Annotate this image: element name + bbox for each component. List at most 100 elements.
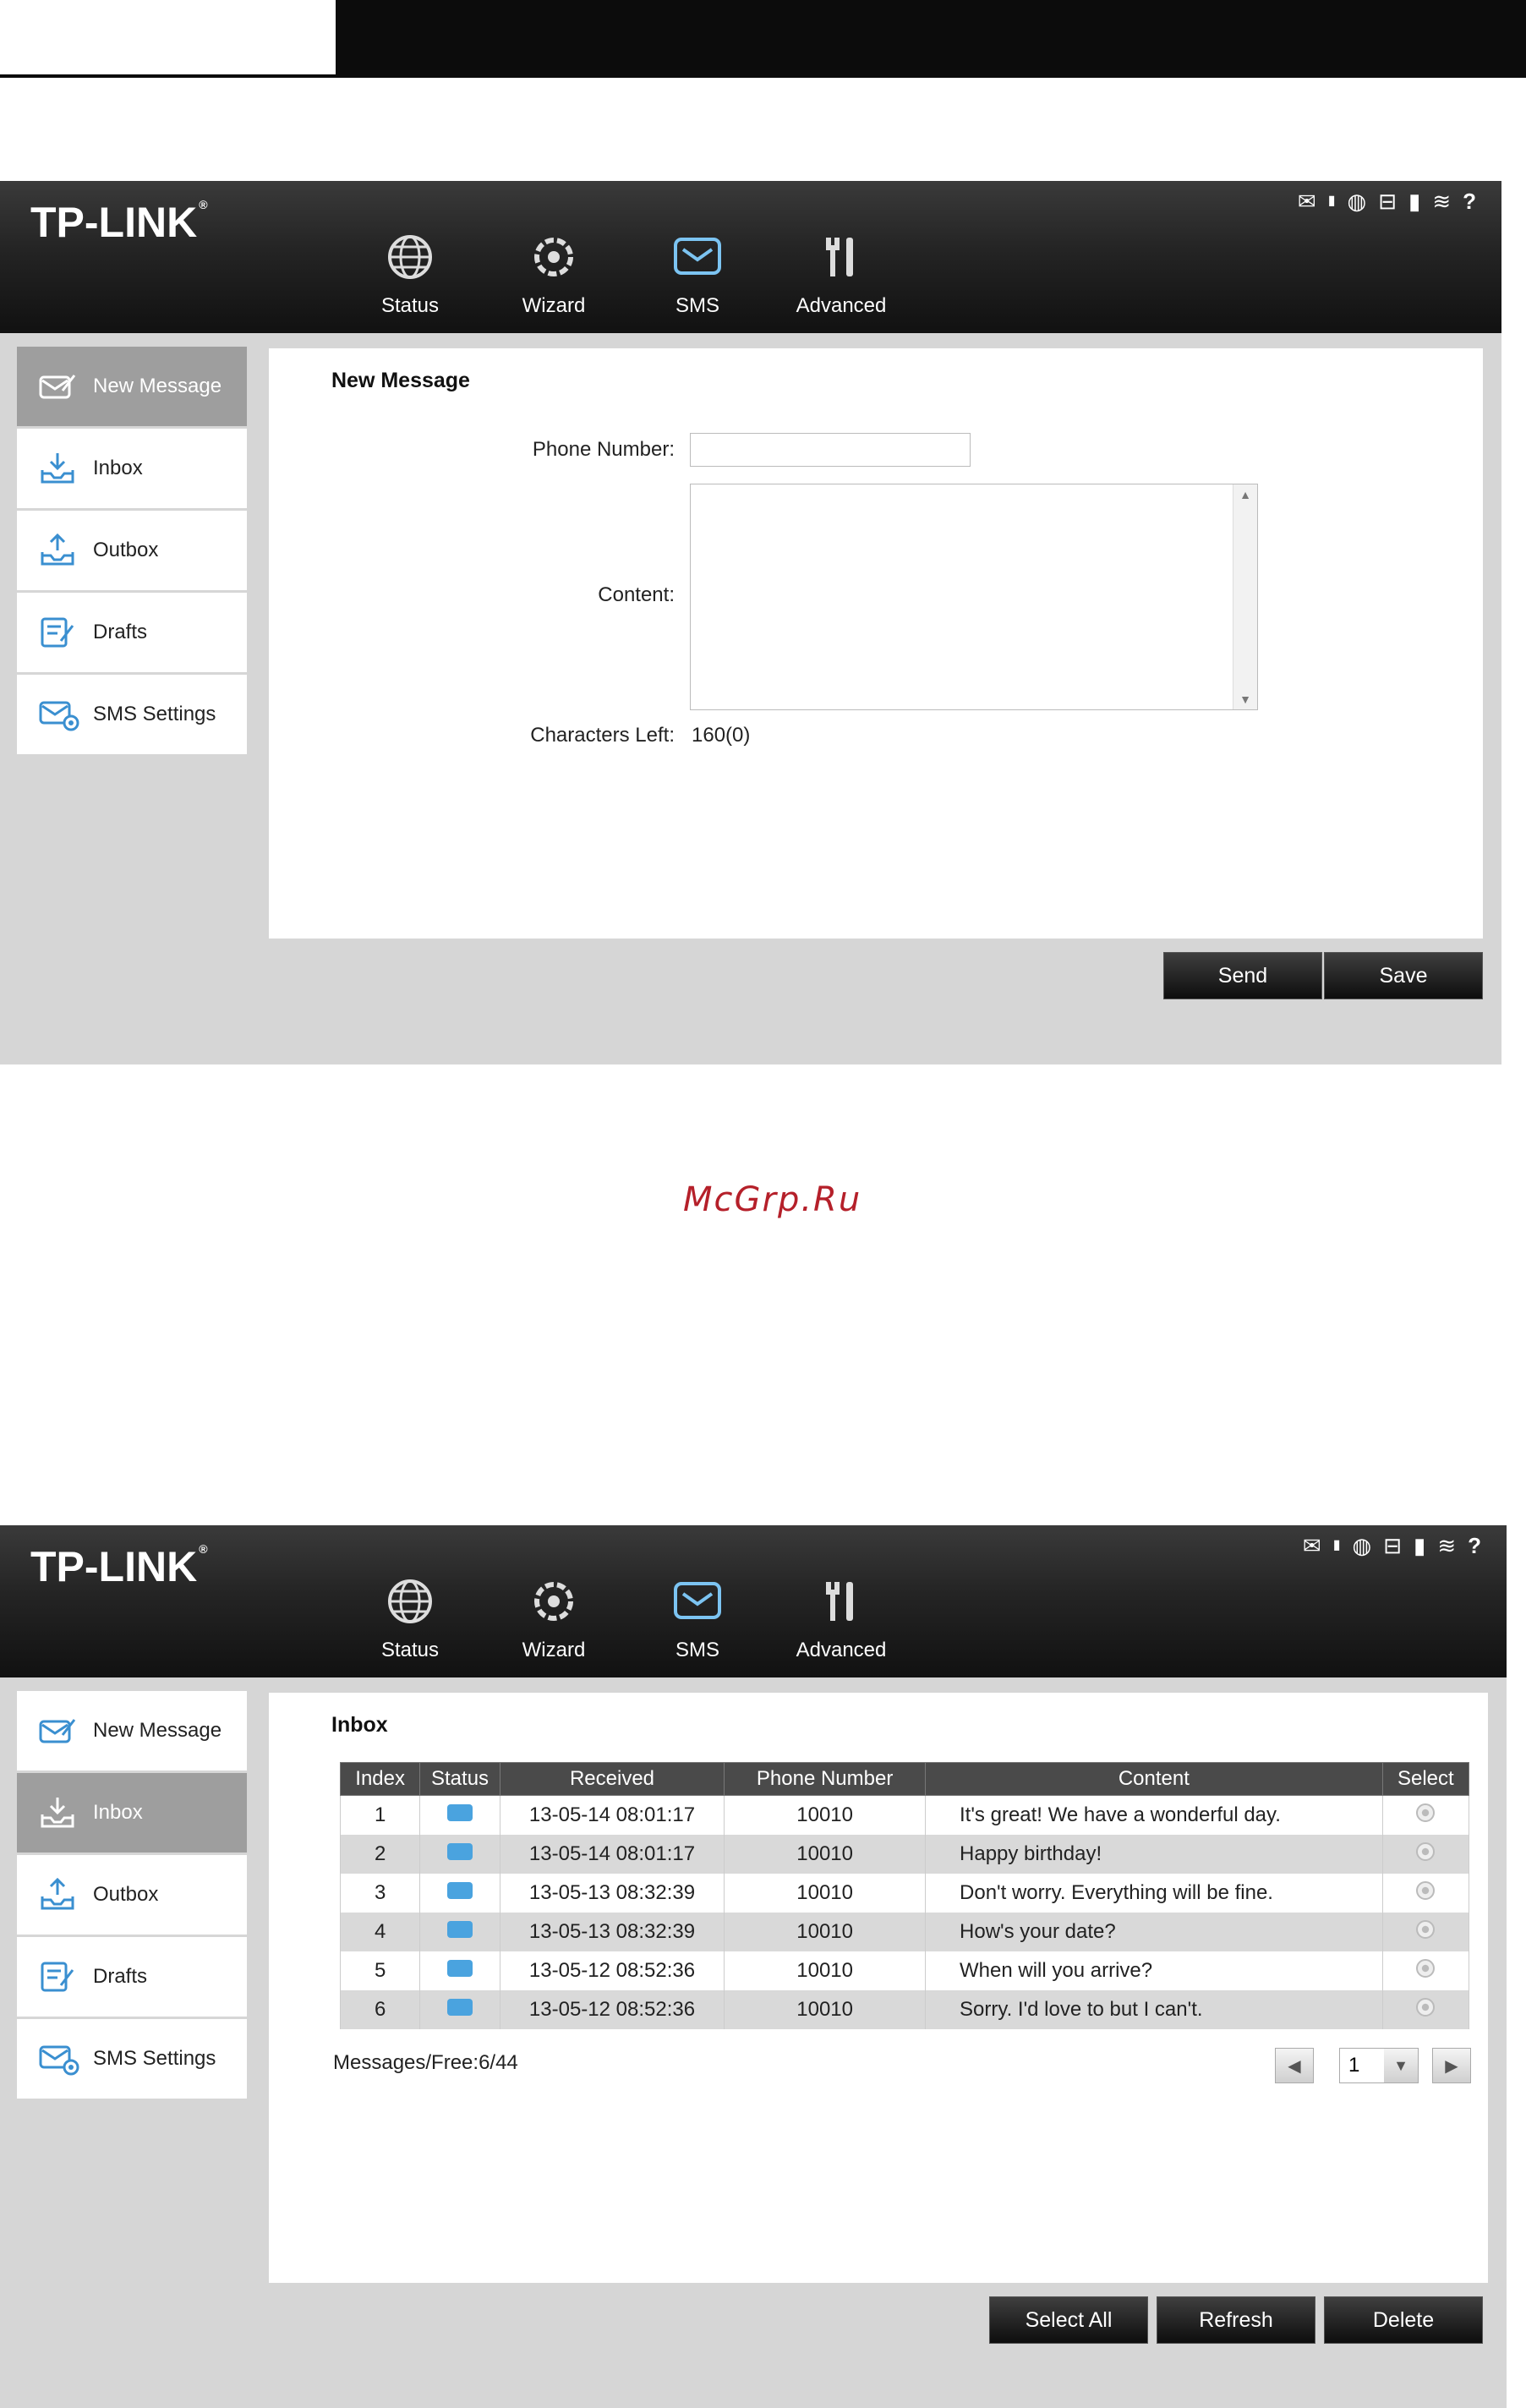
tools-icon — [826, 1582, 853, 1621]
select-radio[interactable] — [1416, 1842, 1436, 1861]
brand-logo: TP-LINK ® — [30, 198, 208, 246]
globe-icon[interactable]: ◍ — [1353, 1532, 1372, 1559]
outbox-icon — [39, 534, 79, 567]
envelope-icon — [674, 1582, 721, 1619]
sidebar-item-outbox[interactable]: Outbox — [17, 1855, 247, 1935]
column-header: Received — [499, 1762, 725, 1796]
brand-logo: TP-LINK ® — [30, 1542, 208, 1590]
row-content[interactable]: How's your date? — [925, 1913, 1383, 1951]
row-phone: 10010 — [724, 1913, 927, 1951]
inbox-panel: Inbox Index Status Received Phone Number… — [269, 1693, 1488, 2283]
battery-icon: ⊟ — [1383, 1533, 1402, 1558]
scroll-down-icon[interactable]: ▼ — [1233, 692, 1257, 706]
header: TP-LINK ® ✉ ▮ ◍ ⊟ ▮ ≋ ? Status Wizard SMS — [0, 1525, 1507, 1677]
phone-number-input[interactable] — [690, 433, 971, 467]
sidebar-item-label: New Message — [93, 375, 222, 397]
sms-settings-icon — [39, 2042, 79, 2076]
row-phone: 10010 — [724, 1951, 927, 1990]
compose-icon — [39, 369, 79, 403]
row-select — [1381, 1913, 1470, 1951]
sidebar-item-drafts[interactable]: Drafts — [17, 593, 247, 672]
table-row[interactable]: 2 13-05-14 08:01:17 10010 Happy birthday… — [339, 1835, 1470, 1874]
sidebar-item-label: Outbox — [93, 539, 159, 561]
row-select — [1381, 1951, 1470, 1990]
sidebar-item-sms-settings[interactable]: SMS Settings — [17, 2019, 247, 2099]
brand-text: TP-LINK — [30, 1543, 198, 1590]
nav-status[interactable]: Status — [338, 222, 482, 318]
envelope-icon — [674, 238, 721, 275]
select-radio[interactable] — [1416, 1803, 1436, 1822]
drafts-icon — [39, 616, 79, 649]
row-received: 13-05-13 08:32:39 — [499, 1874, 725, 1913]
row-received: 13-05-14 08:01:17 — [499, 1835, 725, 1874]
refresh-button[interactable]: Refresh — [1157, 2296, 1315, 2344]
nav-wizard[interactable]: Wizard — [482, 222, 626, 318]
select-radio[interactable] — [1416, 1958, 1436, 1978]
help-icon[interactable]: ? — [1468, 1532, 1481, 1559]
sidebar-item-inbox[interactable]: Inbox — [17, 1773, 247, 1853]
signal-icon: ▮ — [1332, 1538, 1341, 1552]
row-status — [419, 1795, 500, 1835]
row-content[interactable]: Don't worry. Everything will be fine. — [925, 1874, 1383, 1913]
table-row[interactable]: 6 13-05-12 08:52:36 10010 Sorry. I'd lov… — [339, 1990, 1470, 2029]
globe-icon[interactable]: ◍ — [1348, 188, 1367, 215]
row-received: 13-05-14 08:01:17 — [499, 1795, 725, 1835]
gear-icon — [534, 238, 573, 276]
message-icon[interactable]: ✉ — [1303, 1532, 1321, 1559]
sidebar: New Message Inbox Outbox Drafts SMS Sett… — [17, 347, 247, 757]
nav-wizard[interactable]: Wizard — [482, 1566, 626, 1662]
characters-left-label: Characters Left: — [530, 724, 675, 747]
row-content[interactable]: Sorry. I'd love to but I can't. — [925, 1990, 1383, 2029]
save-button[interactable]: Save — [1324, 952, 1483, 999]
message-icon[interactable]: ✉ — [1298, 188, 1316, 215]
sidebar-item-label: New Message — [93, 1719, 222, 1742]
select-radio[interactable] — [1416, 1880, 1436, 1900]
help-icon[interactable]: ? — [1463, 188, 1476, 215]
battery-icon: ⊟ — [1378, 189, 1397, 214]
table-row[interactable]: 3 13-05-13 08:32:39 10010 Don't worry. E… — [339, 1874, 1470, 1913]
characters-left-value: 160(0) — [692, 724, 751, 747]
delete-button[interactable]: Delete — [1324, 2296, 1483, 2344]
sidebar-item-drafts[interactable]: Drafts — [17, 1937, 247, 2017]
tools-icon — [826, 238, 853, 276]
page-select-value: 1 — [1348, 2054, 1360, 2077]
nav-sms[interactable]: SMS — [626, 1566, 769, 1662]
nav-status[interactable]: Status — [338, 1566, 482, 1662]
nav-sms[interactable]: SMS — [626, 222, 769, 318]
scroll-up-icon[interactable]: ▲ — [1233, 488, 1257, 501]
row-index: 3 — [339, 1874, 421, 1913]
sidebar-item-outbox[interactable]: Outbox — [17, 511, 247, 590]
row-content[interactable]: Happy birthday! — [925, 1835, 1383, 1874]
nav-advanced[interactable]: Advanced — [769, 222, 913, 318]
select-all-button[interactable]: Select All — [989, 2296, 1148, 2344]
select-radio[interactable] — [1416, 1919, 1436, 1939]
main-nav: Status Wizard SMS Advanced — [338, 222, 913, 318]
nav-advanced-label: Advanced — [796, 294, 887, 317]
page-select[interactable]: 1 ▼ — [1339, 2048, 1419, 2083]
prev-page-button[interactable]: ◀ — [1275, 2048, 1314, 2083]
table-row[interactable]: 1 13-05-14 08:01:17 10010 It's great! We… — [339, 1795, 1470, 1835]
table-header-row: Index Status Received Phone Number Conte… — [339, 1762, 1470, 1796]
column-header: Phone Number — [724, 1762, 927, 1796]
nav-advanced[interactable]: Advanced — [769, 1566, 913, 1662]
content-textarea[interactable]: ▲ ▼ — [690, 484, 1258, 710]
sidebar-item-new-message[interactable]: New Message — [17, 347, 247, 426]
row-content[interactable]: When will you arrive? — [925, 1951, 1383, 1990]
row-content[interactable]: It's great! We have a wonderful day. — [925, 1795, 1383, 1835]
row-status — [419, 1990, 500, 2029]
globe-icon — [388, 235, 432, 279]
send-button[interactable]: Send — [1163, 952, 1322, 999]
status-icons: ✉ ▮ ◍ ⊟ ▮ ≋ ? — [1298, 188, 1476, 215]
sidebar-item-sms-settings[interactable]: SMS Settings — [17, 675, 247, 754]
envelope-icon — [447, 1999, 473, 2016]
row-index: 1 — [339, 1795, 421, 1835]
content-scrollbar[interactable]: ▲ ▼ — [1233, 484, 1257, 709]
triangle-left-icon: ◀ — [1288, 2056, 1301, 2076]
sidebar-item-inbox[interactable]: Inbox — [17, 429, 247, 508]
table-row[interactable]: 4 13-05-13 08:32:39 10010 How's your dat… — [339, 1913, 1470, 1951]
table-row[interactable]: 5 13-05-12 08:52:36 10010 When will you … — [339, 1951, 1470, 1990]
screen-inbox: TP-LINK ® ✉ ▮ ◍ ⊟ ▮ ≋ ? Status Wizard SMS — [0, 1525, 1507, 2408]
sidebar-item-new-message[interactable]: New Message — [17, 1691, 247, 1770]
next-page-button[interactable]: ▶ — [1432, 2048, 1471, 2083]
select-radio[interactable] — [1416, 1997, 1436, 2017]
